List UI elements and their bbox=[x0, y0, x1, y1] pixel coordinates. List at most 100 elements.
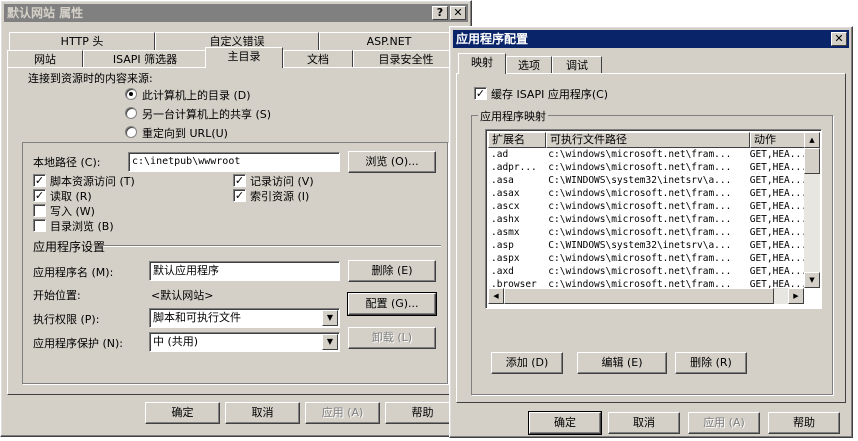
exec-perm-label: 执行权限 (P): bbox=[33, 313, 100, 326]
help-icon[interactable]: ? bbox=[432, 6, 448, 20]
apply-button[interactable]: 应用 (A) bbox=[688, 412, 760, 434]
table-row[interactable]: .browser c:\windows\microsoft.net\fram...… bbox=[488, 278, 804, 288]
mappings-list[interactable]: 扩展名 可执行文件路径 动作 .ad c:\windows\microsoft.n… bbox=[485, 129, 822, 309]
remove-mapping-button[interactable]: 删除 (R) bbox=[675, 352, 747, 374]
apply-button[interactable]: 应用 (A) bbox=[305, 402, 380, 424]
tab-debug[interactable]: 调试 bbox=[552, 56, 602, 74]
start-point-value: <默认网站> bbox=[151, 289, 214, 302]
mappings-list-body: .ad c:\windows\microsoft.net\fram... GET,H… bbox=[488, 148, 804, 288]
log-visits-checkbox[interactable]: ✓ bbox=[233, 174, 246, 187]
cell-exe-path: c:\windows\microsoft.net\fram... bbox=[548, 201, 732, 212]
browse-button[interactable]: 浏览 (O)... bbox=[348, 151, 436, 173]
cell-extension: .asax bbox=[491, 188, 520, 199]
scroll-up-icon[interactable]: ▲ bbox=[804, 132, 820, 148]
table-row[interactable]: .adpr... c:\windows\microsoft.net\fram...… bbox=[488, 161, 804, 174]
directory-browsing-label[interactable]: 目录浏览 (B) bbox=[50, 218, 114, 234]
exec-perm-select[interactable]: 脚本和可执行文件 ▼ bbox=[149, 308, 340, 328]
ok-button[interactable]: 确定 bbox=[528, 411, 602, 435]
cell-exe-path: c:\windows\microsoft.net\fram... bbox=[548, 266, 732, 277]
column-verbs[interactable]: 动作 bbox=[750, 132, 808, 148]
log-visits-label[interactable]: 记录访问 (V) bbox=[250, 173, 314, 189]
directory-browsing-checkbox[interactable] bbox=[33, 219, 46, 232]
app-name-label: 应用程序名 (M): bbox=[33, 266, 114, 279]
tab-mappings[interactable]: 映射 bbox=[458, 53, 506, 74]
radio-network-share[interactable] bbox=[125, 107, 137, 119]
radio-local-directory-label[interactable]: 此计算机上的目录 (D) bbox=[142, 87, 251, 103]
tab-directory-security[interactable]: 目录安全性 bbox=[353, 50, 459, 68]
unload-button[interactable]: 卸载 (L) bbox=[348, 327, 436, 349]
radio-local-directory[interactable] bbox=[125, 88, 137, 100]
vertical-scrollbar[interactable]: ▲ ▼ bbox=[804, 132, 820, 288]
table-row[interactable]: .asp C:\WINDOWS\system32\inetsrv\a... GET,… bbox=[488, 239, 804, 252]
help-button[interactable]: 帮助 bbox=[768, 412, 840, 434]
close-icon[interactable]: ✕ bbox=[831, 32, 847, 46]
index-resource-label[interactable]: 索引资源 (I) bbox=[250, 188, 309, 204]
tab-aspnet[interactable]: ASP.NET bbox=[319, 32, 459, 50]
tab-isapi-filters[interactable]: ISAPI 筛选器 bbox=[83, 50, 207, 68]
edit-mapping-button[interactable]: 编辑 (E) bbox=[577, 352, 667, 374]
local-path-input[interactable]: c:\inetpub\wwwroot bbox=[128, 152, 340, 172]
scroll-down-icon[interactable]: ▼ bbox=[804, 272, 820, 288]
table-row[interactable]: .asa C:\WINDOWS\system32\inetsrv\a... GET,… bbox=[488, 174, 804, 187]
cell-exe-path: c:\windows\microsoft.net\fram... bbox=[548, 149, 732, 160]
radio-network-share-label[interactable]: 另一台计算机上的共享 (S) bbox=[142, 106, 271, 122]
tab-documents[interactable]: 文档 bbox=[283, 50, 353, 68]
cancel-button[interactable]: 取消 bbox=[608, 412, 680, 434]
read-label[interactable]: 读取 (R) bbox=[50, 188, 92, 204]
index-resource-checkbox[interactable]: ✓ bbox=[233, 189, 246, 202]
remove-app-button[interactable]: 删除 (E) bbox=[348, 260, 436, 282]
chevron-down-icon[interactable]: ▼ bbox=[322, 310, 338, 326]
horizontal-scrollbar[interactable]: ◀ ▶ bbox=[488, 288, 804, 304]
mappings-list-header: 扩展名 可执行文件路径 动作 bbox=[488, 132, 808, 148]
scroll-left-icon[interactable]: ◀ bbox=[488, 288, 504, 304]
chevron-down-icon[interactable]: ▼ bbox=[322, 334, 338, 350]
table-row[interactable]: .ashx c:\windows\microsoft.net\fram... GET… bbox=[488, 213, 804, 226]
cell-exe-path: c:\windows\microsoft.net\fram... bbox=[548, 227, 732, 238]
scroll-right-icon[interactable]: ▶ bbox=[788, 288, 804, 304]
local-path-label: 本地路径 (C): bbox=[33, 156, 101, 169]
table-row[interactable]: .axd c:\windows\microsoft.net\fram... GET,… bbox=[488, 265, 804, 278]
tab-home-directory[interactable]: 主目录 bbox=[205, 47, 283, 68]
mappings-group: 应用程序映射 扩展名 可执行文件路径 动作 .ad c:\windows\micr… bbox=[471, 108, 833, 395]
vertical-scroll-thumb[interactable] bbox=[804, 148, 820, 174]
cell-extension: .asp bbox=[491, 240, 514, 251]
ok-button[interactable]: 确定 bbox=[145, 402, 220, 424]
cache-isapi-checkbox[interactable]: ✓ bbox=[474, 87, 487, 100]
cell-verbs: GET,HEA... bbox=[749, 266, 804, 277]
table-row[interactable]: .ascx c:\windows\microsoft.net\fram... GET… bbox=[488, 200, 804, 213]
table-row[interactable]: .aspx c:\windows\microsoft.net\fram... GET… bbox=[488, 252, 804, 265]
cell-extension: .adpr... bbox=[491, 162, 537, 173]
app-config-titlebar[interactable]: 应用程序配置 ✕ bbox=[453, 30, 849, 48]
tab-website[interactable]: 网站 bbox=[7, 50, 83, 68]
configure-button[interactable]: 配置 (G)... bbox=[347, 292, 437, 316]
table-row[interactable]: .ad c:\windows\microsoft.net\fram... GET,H… bbox=[488, 148, 804, 161]
app-protect-select[interactable]: 中 (共用) ▼ bbox=[149, 332, 340, 352]
table-row[interactable]: .asmx c:\windows\microsoft.net\fram... GET… bbox=[488, 226, 804, 239]
cancel-button[interactable]: 取消 bbox=[225, 402, 300, 424]
cell-verbs: GET,HEA... bbox=[749, 227, 804, 238]
add-mapping-button[interactable]: 添加 (D) bbox=[491, 352, 563, 374]
write-label[interactable]: 写入 (W) bbox=[50, 203, 95, 219]
horizontal-scroll-thumb[interactable] bbox=[504, 288, 774, 304]
mappings-panel: ✓ 缓存 ISAPI 应用程序(C) 应用程序映射 扩展名 可执行文件路径 动作… bbox=[456, 73, 846, 403]
app-name-input[interactable]: 默认应用程序 bbox=[149, 261, 340, 281]
close-icon[interactable]: ✕ bbox=[450, 6, 466, 20]
tab-http-headers[interactable]: HTTP 头 bbox=[9, 32, 155, 50]
script-access-label[interactable]: 脚本资源访问 (T) bbox=[50, 173, 135, 189]
tab-options[interactable]: 选项 bbox=[506, 56, 552, 74]
column-exe-path[interactable]: 可执行文件路径 bbox=[546, 132, 750, 148]
path-group: 本地路径 (C): c:\inetpub\wwwroot 浏览 (O)... ✓… bbox=[22, 142, 448, 384]
script-access-checkbox[interactable]: ✓ bbox=[33, 174, 46, 187]
cell-extension: .asa bbox=[491, 175, 514, 186]
cell-extension: .ashx bbox=[491, 214, 520, 225]
app-protect-label: 应用程序保护 (N): bbox=[33, 337, 124, 350]
cell-verbs: GET,HEA... bbox=[749, 162, 804, 173]
radio-redirect-url[interactable] bbox=[125, 126, 137, 138]
column-extension[interactable]: 扩展名 bbox=[488, 132, 546, 148]
read-checkbox[interactable]: ✓ bbox=[33, 189, 46, 202]
properties-titlebar[interactable]: 默认网站 属性 ? ✕ bbox=[4, 4, 468, 22]
table-row[interactable]: .asax c:\windows\microsoft.net\fram... GET… bbox=[488, 187, 804, 200]
write-checkbox[interactable] bbox=[33, 204, 46, 217]
cache-isapi-label[interactable]: 缓存 ISAPI 应用程序(C) bbox=[491, 86, 608, 102]
radio-redirect-url-label[interactable]: 重定向到 URL(U) bbox=[142, 125, 228, 141]
